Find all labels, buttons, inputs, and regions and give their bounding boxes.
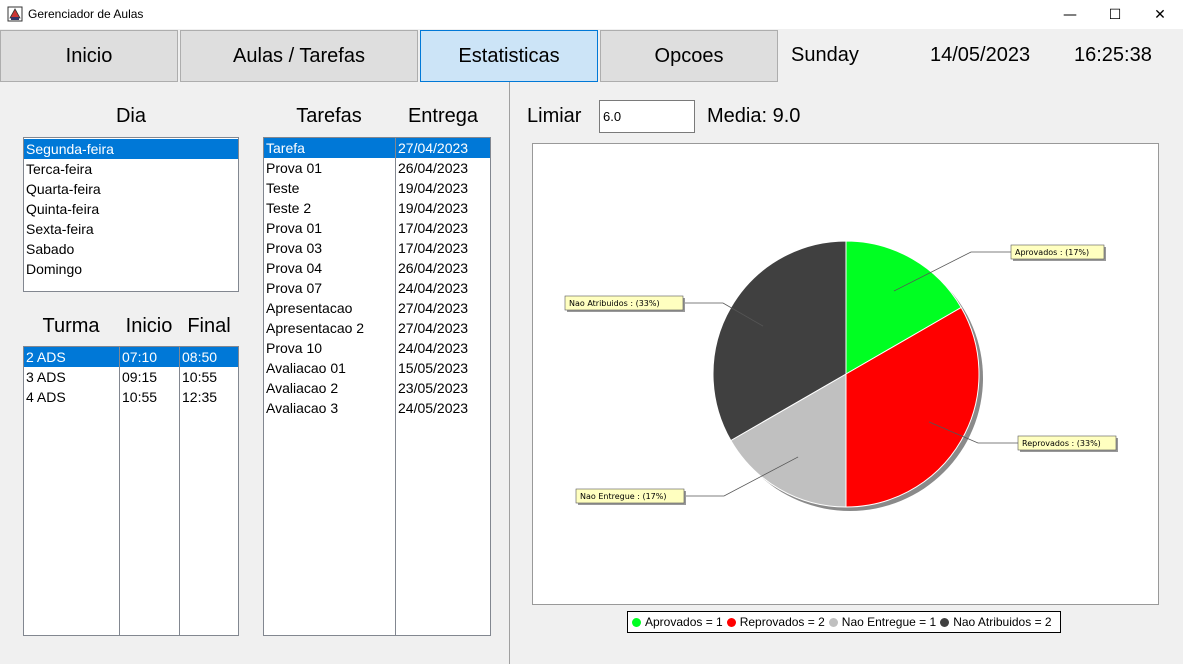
legend-label: Reprovados = 2 — [739, 615, 825, 629]
turma-column[interactable]: 2 ADS 3 ADS 4 ADS — [24, 347, 120, 635]
time-label: 16:25:38 — [1074, 44, 1152, 66]
dia-list-item[interactable]: Domingo — [24, 259, 238, 279]
tarefa-cell[interactable]: Tarefa — [264, 138, 395, 158]
tarefa-cell[interactable]: Teste 2 — [264, 198, 395, 218]
entrega-cell[interactable]: 23/05/2023 — [396, 378, 490, 398]
turma-header: Turma — [42, 315, 100, 337]
tarefa-cell[interactable]: Apresentacao — [264, 298, 395, 318]
turma-cell[interactable]: 3 ADS — [24, 367, 119, 387]
legend-label: Aprovados = 1 — [645, 615, 723, 629]
tarefas-table[interactable]: Tarefa Prova 01 Teste Teste 2 Prova 01 Prova … — [263, 137, 491, 636]
tarefa-cell[interactable]: Prova 04 — [264, 258, 395, 278]
pie-chart: Aprovados : (17%) Reprovados : (33%) Nao E… — [564, 240, 1118, 511]
legend-dot-icon — [726, 617, 736, 627]
slice-label: Reprovados : (33%) — [1022, 439, 1101, 448]
dia-list[interactable]: Segunda-feira Terca-feira Quarta-feira Quin… — [23, 137, 239, 292]
legend-item: Nao Entregue = 1 — [828, 615, 937, 629]
tab-estatisticas[interactable]: Estatisticas — [420, 30, 598, 82]
entrega-cell[interactable]: 17/04/2023 — [396, 218, 490, 238]
entrega-cell[interactable]: 26/04/2023 — [396, 158, 490, 178]
slice-label: Nao Atribuidos : (33%) — [569, 299, 660, 308]
tarefa-column[interactable]: Tarefa Prova 01 Teste Teste 2 Prova 01 Prova … — [264, 138, 396, 635]
tab-inicio[interactable]: Inicio — [0, 30, 178, 82]
dia-list-item[interactable]: Sexta-feira — [24, 219, 238, 239]
tarefa-cell[interactable]: Apresentacao 2 — [264, 318, 395, 338]
dia-list-item[interactable]: Sabado — [24, 239, 238, 259]
tarefa-cell[interactable]: Prova 07 — [264, 278, 395, 298]
chart-legend: Aprovados = 1 Reprovados = 2 Nao Entregue … — [627, 611, 1061, 633]
final-cell[interactable]: 12:35 — [180, 387, 238, 407]
turma-cell[interactable]: 4 ADS — [24, 387, 119, 407]
tarefa-cell[interactable]: Teste — [264, 178, 395, 198]
inicio-cell[interactable]: 07:10 — [120, 347, 179, 367]
date-label: 14/05/2023 — [930, 44, 1031, 66]
tarefa-cell[interactable]: Avaliacao 2 — [264, 378, 395, 398]
entrega-cell[interactable]: 24/05/2023 — [396, 398, 490, 418]
entrega-cell[interactable]: 24/04/2023 — [396, 338, 490, 358]
dia-list-item[interactable]: Segunda-feira — [24, 139, 238, 159]
entrega-cell[interactable]: 27/04/2023 — [396, 138, 490, 158]
turma-cell[interactable]: 2 ADS — [24, 347, 119, 367]
tarefa-cell[interactable]: Avaliacao 3 — [264, 398, 395, 418]
final-header: Final — [187, 315, 231, 337]
tab-opcoes[interactable]: Opcoes — [600, 30, 778, 82]
tarefa-cell[interactable]: Prova 10 — [264, 338, 395, 358]
entrega-cell[interactable]: 24/04/2023 — [396, 278, 490, 298]
window-title: Gerenciador de Aulas — [28, 7, 144, 21]
tarefa-cell[interactable]: Prova 03 — [264, 238, 395, 258]
app-icon — [7, 6, 23, 22]
inicio-header: Inicio — [125, 315, 173, 337]
tarefa-cell[interactable]: Prova 01 — [264, 218, 395, 238]
entrega-cell[interactable]: 19/04/2023 — [396, 178, 490, 198]
entrega-column[interactable]: 27/04/2023 26/04/2023 19/04/2023 19/04/2023… — [396, 138, 490, 635]
inicio-column[interactable]: 07:10 09:15 10:55 — [120, 347, 180, 635]
legend-dot-icon — [632, 617, 641, 627]
minimize-button[interactable]: — — [1047, 0, 1093, 29]
legend-label: Nao Atribuidos = 2 — [953, 615, 1052, 629]
entrega-cell[interactable]: 17/04/2023 — [396, 238, 490, 258]
close-button[interactable]: ✕ — [1137, 0, 1183, 29]
chart-panel: Aprovados : (17%) Reprovados : (33%) Nao E… — [532, 143, 1159, 605]
title-bar: Gerenciador de Aulas — ☐ ✕ — [0, 0, 1183, 29]
maximize-button[interactable]: ☐ — [1092, 0, 1138, 29]
entrega-cell[interactable]: 27/04/2023 — [396, 318, 490, 338]
weekday-label: Sunday — [791, 44, 859, 66]
limiar-input[interactable]: 6.0 — [599, 100, 695, 133]
slice-label: Nao Entregue : (17%) — [580, 492, 667, 501]
dia-list-item[interactable]: Quarta-feira — [24, 179, 238, 199]
tarefa-cell[interactable]: Prova 01 — [264, 158, 395, 178]
final-cell[interactable]: 10:55 — [180, 367, 238, 387]
legend-label: Nao Entregue = 1 — [841, 615, 937, 629]
entrega-cell[interactable]: 26/04/2023 — [396, 258, 490, 278]
tarefa-cell[interactable]: Avaliacao 01 — [264, 358, 395, 378]
dia-list-item[interactable]: Quinta-feira — [24, 199, 238, 219]
turma-table[interactable]: 2 ADS 3 ADS 4 ADS 07:10 09:15 10:55 08:50 10:… — [23, 346, 239, 636]
tab-aulas-tarefas[interactable]: Aulas / Tarefas — [180, 30, 418, 82]
entrega-cell[interactable]: 27/04/2023 — [396, 298, 490, 318]
inicio-cell[interactable]: 09:15 — [120, 367, 179, 387]
entrega-cell[interactable]: 15/05/2023 — [396, 358, 490, 378]
media-label: Media: 9.0 — [707, 105, 801, 127]
final-column[interactable]: 08:50 10:55 12:35 — [180, 347, 238, 635]
entrega-header: Entrega — [407, 105, 479, 127]
slice-label: Aprovados : (17%) — [1015, 248, 1089, 257]
inicio-cell[interactable]: 10:55 — [120, 387, 179, 407]
dia-list-item[interactable]: Terca-feira — [24, 159, 238, 179]
legend-item: Nao Atribuidos = 2 — [940, 615, 1052, 629]
tarefas-header: Tarefas — [296, 105, 362, 127]
final-cell[interactable]: 08:50 — [180, 347, 238, 367]
legend-dot-icon — [940, 617, 950, 627]
limiar-label: Limiar — [527, 105, 582, 127]
dia-header: Dia — [115, 105, 146, 127]
entrega-cell[interactable]: 19/04/2023 — [396, 198, 490, 218]
legend-item: Reprovados = 2 — [726, 615, 825, 629]
legend-dot-icon — [828, 617, 838, 627]
legend-item: Aprovados = 1 — [632, 615, 723, 629]
panel-divider — [509, 82, 510, 664]
